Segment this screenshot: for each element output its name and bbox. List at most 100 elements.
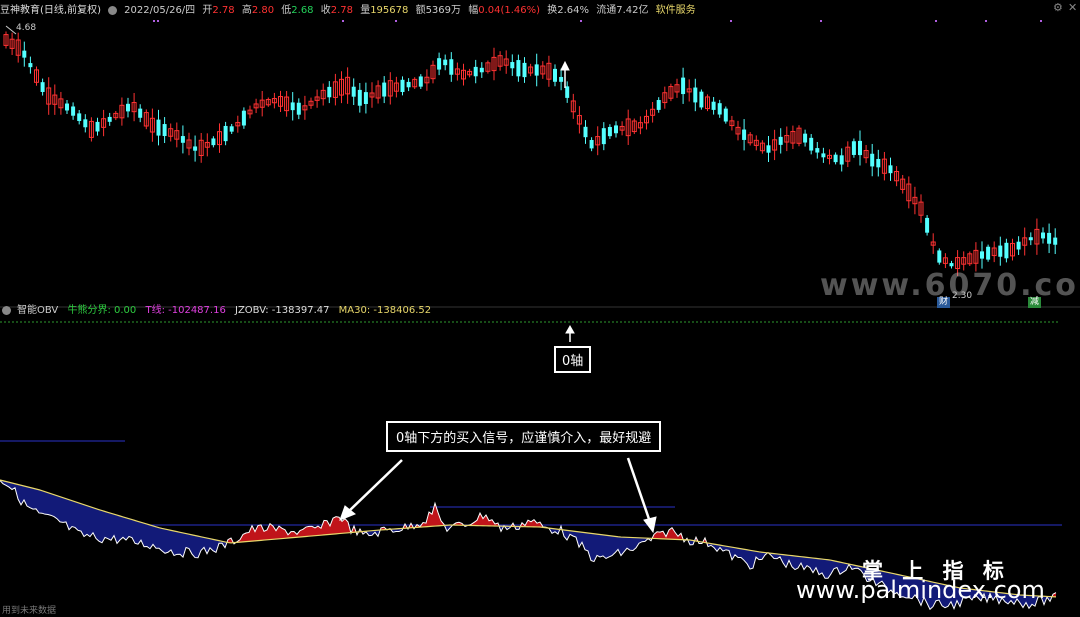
candle-down <box>888 165 893 174</box>
candle-down <box>998 245 1003 257</box>
high-price-marker: 4.68 <box>16 23 37 33</box>
candle-down <box>803 133 808 143</box>
candle-down <box>522 62 527 78</box>
candle-down <box>607 126 612 137</box>
candle-down <box>1016 241 1021 250</box>
candle-down <box>22 50 27 58</box>
candle-down <box>28 63 33 68</box>
candle-down <box>516 60 521 77</box>
candle-down <box>180 136 185 143</box>
top-signal-marks <box>153 20 1042 22</box>
candle-down <box>193 146 198 151</box>
candle-down <box>65 103 69 111</box>
candle-down <box>711 101 716 110</box>
signal-mark <box>935 20 937 22</box>
candle-down <box>211 138 216 146</box>
warning-callout: 0轴下方的买入信号，应谨慎介入，最好规避 <box>386 421 662 452</box>
candle-down <box>821 153 826 158</box>
candle-down <box>693 87 698 103</box>
candle-down <box>162 124 167 137</box>
candle-down <box>583 126 588 138</box>
signal-mark <box>342 20 344 22</box>
candle-down <box>241 110 246 126</box>
candle-down <box>766 145 771 153</box>
candle-down <box>723 108 728 122</box>
candle-down <box>656 100 661 110</box>
candle-down <box>839 155 844 165</box>
candle-down <box>363 92 368 104</box>
candle-down <box>510 62 515 69</box>
candle-down <box>742 129 747 140</box>
candle-down <box>833 154 838 163</box>
candle-down <box>559 76 564 82</box>
candle-down <box>77 113 82 122</box>
signal-mark <box>153 20 155 22</box>
bull-bear-value: 牛熊分界: 0.00 <box>67 305 137 316</box>
jzobv-value: JZOBV: -138397.47 <box>235 305 330 316</box>
candle-down <box>870 153 875 167</box>
watermark-palmindex: www.palmindex.com <box>796 576 1045 604</box>
candle-down <box>229 126 234 132</box>
candle-down <box>858 140 862 156</box>
candle-down <box>699 91 704 108</box>
candle-down <box>1004 242 1009 259</box>
candle-down <box>406 81 411 88</box>
candle-down <box>107 116 112 122</box>
ma30-value: MA30: -138406.52 <box>338 305 432 316</box>
candle-down <box>1047 232 1052 244</box>
indicator-name[interactable]: 智能OBV <box>17 305 58 316</box>
candle-down <box>851 141 856 155</box>
candle-down <box>83 119 88 128</box>
candle-down <box>449 59 454 75</box>
candle-down <box>589 140 594 149</box>
candle-down <box>986 246 991 260</box>
candle-down <box>601 128 606 145</box>
candle-down <box>614 125 618 134</box>
candle-down <box>1041 232 1045 239</box>
candle-down <box>443 59 448 66</box>
candle-down <box>553 68 557 82</box>
candle-down <box>71 106 76 116</box>
candle-down <box>296 102 301 115</box>
candlestick-series <box>3 31 1058 276</box>
candle-down <box>815 148 820 153</box>
candle-down <box>925 217 930 233</box>
future-data-note: 用到未来数据 <box>2 606 57 616</box>
candle-down <box>138 108 143 118</box>
candle-down <box>382 82 387 97</box>
signal-mark <box>1040 20 1042 22</box>
candle-down <box>809 137 814 151</box>
candle-down <box>290 102 295 111</box>
candle-down <box>980 251 984 259</box>
candle-down <box>949 263 954 267</box>
candle-down <box>223 125 228 142</box>
candle-down <box>876 158 881 168</box>
candle-down <box>418 76 423 87</box>
signal-mark <box>580 20 582 22</box>
indicator-settings-icon[interactable] <box>2 305 11 315</box>
candle-down <box>126 103 130 112</box>
t-line-value: T线: -102487.16 <box>145 305 226 316</box>
candle-down <box>400 79 405 93</box>
candle-down <box>681 77 686 95</box>
candle-down <box>351 86 356 97</box>
signal-mark <box>820 20 822 22</box>
candle-down <box>1053 237 1058 245</box>
candle-down <box>40 82 45 92</box>
arrow-left-signal <box>339 459 403 521</box>
candle-down <box>479 67 484 73</box>
zero-axis-callout: 0轴 <box>554 346 592 373</box>
candle-down <box>95 121 100 132</box>
arrow-up-zero <box>565 324 575 342</box>
candle-down <box>778 136 783 145</box>
arrow-up-price <box>560 60 570 88</box>
candle-down <box>937 250 942 263</box>
signal-mark <box>730 20 732 22</box>
watermark-6070: www.6070.com <box>820 268 1080 303</box>
max-marker-icon <box>5 25 17 35</box>
signal-mark <box>395 20 397 22</box>
candle-down <box>534 64 539 76</box>
candle-down <box>327 86 332 98</box>
signal-mark <box>157 20 159 22</box>
candle-down <box>1028 237 1033 241</box>
